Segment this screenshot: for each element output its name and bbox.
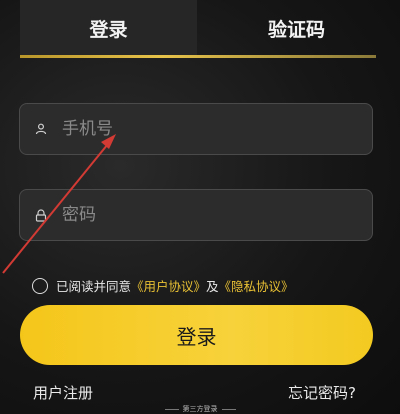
phone-input[interactable]	[62, 104, 372, 154]
divider-line-right	[221, 408, 236, 410]
password-field[interactable]	[19, 189, 373, 241]
lock-icon	[20, 208, 62, 222]
active-tab-indicator	[20, 55, 376, 58]
user-icon	[20, 123, 62, 135]
third-party-divider: 第三方登录	[150, 404, 250, 414]
tab-login[interactable]: 登录	[20, 0, 197, 56]
register-link[interactable]: 用户注册	[33, 382, 93, 403]
tab-verification-code[interactable]: 验证码	[197, 0, 396, 56]
agreement-conjunction: 及	[206, 279, 219, 294]
forgot-password-link[interactable]: 忘记密码?	[288, 382, 356, 403]
user-agreement-link[interactable]: 《用户协议》	[131, 276, 206, 295]
agreement-row: 已阅读并同意 《用户协议》 及 《隐私协议》	[32, 276, 294, 295]
login-tabs: 登录 验证码	[20, 0, 396, 56]
phone-field[interactable]	[19, 103, 373, 155]
login-button[interactable]: 登录	[20, 305, 373, 365]
third-party-label: 第三方登录	[182, 405, 218, 413]
agreement-radio[interactable]	[32, 277, 48, 294]
divider-line-left	[164, 408, 179, 410]
agreement-prefix: 已阅读并同意	[56, 279, 132, 294]
password-input[interactable]	[62, 190, 372, 240]
privacy-agreement-link[interactable]: 《隐私协议》	[219, 276, 294, 295]
